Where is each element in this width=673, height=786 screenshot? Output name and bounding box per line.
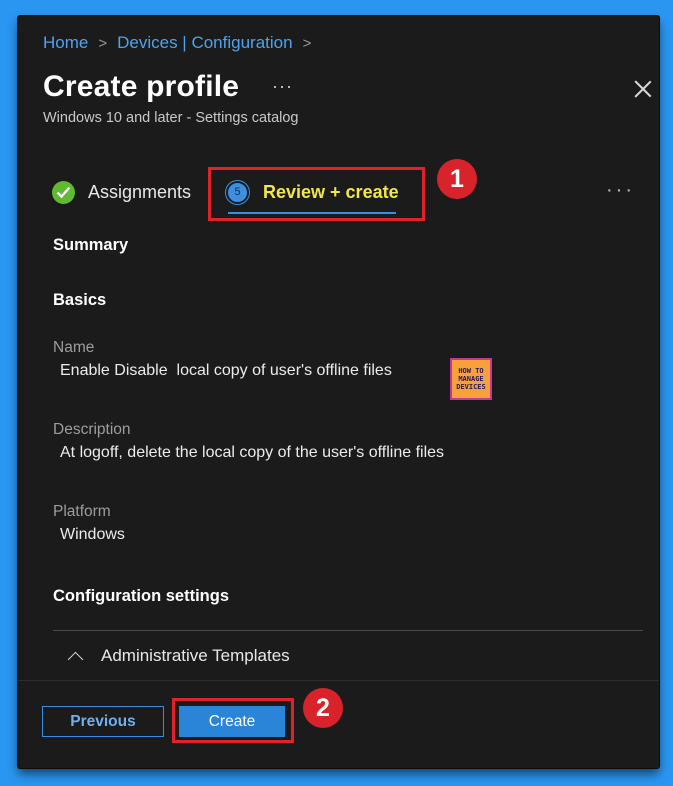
logo-text-1: HOW TO	[458, 367, 484, 375]
name-label: Name	[53, 339, 95, 356]
configuration-settings-heading: Configuration settings	[53, 587, 229, 605]
basics-heading: Basics	[53, 291, 107, 309]
highlight-box-review	[208, 167, 425, 221]
tab-assignments-label: Assignments	[88, 181, 192, 202]
create-button[interactable]: Create	[179, 706, 285, 737]
chevron-right-icon: >	[98, 35, 108, 52]
platform-label: Platform	[53, 503, 111, 520]
tab-assignments[interactable]: Assignments	[52, 178, 191, 206]
page-subtitle: Windows 10 and later - Settings catalog	[43, 110, 299, 126]
chevron-up-icon	[67, 651, 84, 667]
previous-button[interactable]: Previous	[42, 706, 164, 737]
summary-heading: Summary	[53, 236, 129, 254]
divider	[53, 630, 643, 631]
step-badge-1: 1	[437, 159, 477, 199]
platform-value: Windows	[60, 526, 125, 543]
description-value: At logoff, delete the local copy of the …	[60, 444, 445, 461]
how-to-manage-devices-logo: HOW TO MANAGE DEVICES	[450, 358, 492, 400]
logo-text-3: DEVICES	[456, 383, 486, 391]
create-profile-panel: Home > Devices | Configuration > Create pro…	[18, 16, 659, 768]
administrative-templates-label: Administrative Templates	[101, 646, 290, 665]
footer-divider	[18, 680, 659, 681]
more-options-icon[interactable]: ···	[272, 76, 293, 97]
breadcrumb: Home > Devices | Configuration >	[43, 33, 321, 53]
description-label: Description	[53, 421, 131, 438]
page-title: Create profile	[43, 70, 240, 103]
logo-text-2: MANAGE	[458, 375, 484, 383]
tabs-more-icon[interactable]: ···	[606, 179, 635, 202]
close-icon[interactable]	[634, 80, 652, 98]
name-value: Enable Disable local copy of user's offl…	[60, 362, 392, 379]
breadcrumb-home[interactable]: Home	[43, 33, 88, 52]
step-badge-2: 2	[303, 688, 343, 728]
administrative-templates-toggle[interactable]: Administrative Templates	[67, 644, 290, 668]
chevron-right-icon: >	[302, 35, 312, 52]
breadcrumb-devices-configuration[interactable]: Devices | Configuration	[117, 33, 292, 52]
check-circle-icon	[52, 180, 75, 204]
